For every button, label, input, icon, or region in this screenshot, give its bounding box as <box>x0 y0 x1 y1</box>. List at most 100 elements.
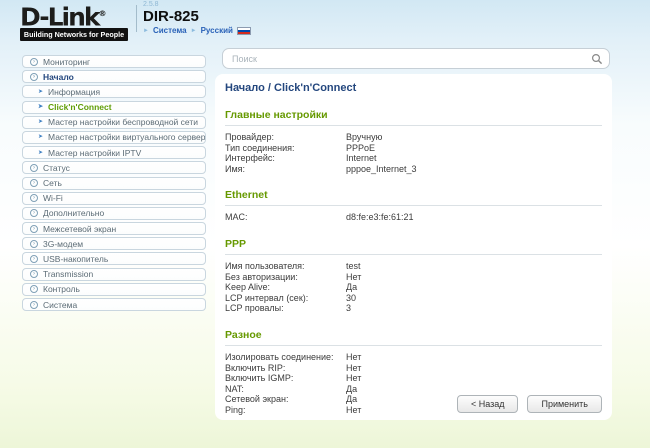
setting-value: test <box>346 260 361 271</box>
nav-link-system[interactable]: Система <box>153 26 187 35</box>
section-rows: MAC: d8:fe:e3:fe:61:21 <box>225 212 602 223</box>
sidebar-item-label: Мастер настройки IPTV <box>48 147 142 158</box>
setting-label: Включить IGMP: <box>225 373 294 384</box>
setting-label: Сетевой экран: <box>225 394 289 405</box>
nav-link-language[interactable]: Русский <box>201 26 233 35</box>
sidebar: › Мониторинг › Начало ➤ Информация ➤ Cli… <box>22 55 206 313</box>
menu-bullet-icon: › <box>30 300 38 309</box>
sidebar-item[interactable]: ➤ Мастер настройки беспроводной сети <box>22 115 206 129</box>
settings-section: PPP Имя пользователя: test Без авторизац… <box>225 238 602 314</box>
setting-value: d8:fe:e3:fe:61:21 <box>346 212 414 223</box>
sidebar-item[interactable]: › Дополнительно <box>22 206 206 220</box>
setting-label: Имя: <box>225 163 246 174</box>
setting-label: Провайдер: <box>225 132 274 142</box>
russia-flag-icon[interactable] <box>236 26 251 35</box>
sidebar-item[interactable]: › Wi-Fi <box>22 191 206 205</box>
menu-bullet-icon: › <box>30 239 38 248</box>
section-title: PPP <box>225 237 247 250</box>
breadcrumb-current: Click'n'Connect <box>274 82 357 94</box>
settings-row: Имя: pppoe_Internet_3 <box>225 164 602 175</box>
setting-label: LCP интервал (сек): <box>225 292 309 303</box>
sidebar-item[interactable]: › Контроль <box>22 282 206 296</box>
sidebar-item-label: Контроль <box>43 284 80 295</box>
sidebar-item-label: Система <box>43 299 78 310</box>
menu-bullet-icon: › <box>30 285 38 294</box>
settings-row: Изолировать соединение: Нет <box>225 352 602 363</box>
menu-bullet-icon: › <box>30 179 38 187</box>
menu-bullet-icon: › <box>30 57 38 66</box>
settings-row: Имя пользователя: test <box>225 261 602 272</box>
settings-sections: Главные настройки Провайдер: Вручную Тип… <box>225 109 602 416</box>
setting-value: PPPoE <box>346 142 376 153</box>
search-input[interactable] <box>223 49 589 68</box>
sidebar-item-label: Информация <box>48 86 101 97</box>
sidebar-item[interactable]: › USB-накопитель <box>22 252 206 266</box>
sidebar-item[interactable]: › Сеть <box>22 176 206 190</box>
sidebar-item-label: USB-накопитель <box>43 253 109 264</box>
settings-row: NAT: Да <box>225 384 602 395</box>
setting-value: Нет <box>346 351 362 362</box>
sidebar-item-label: Межсетевой экран <box>43 223 117 234</box>
setting-value: Нет <box>346 362 362 373</box>
sidebar-item[interactable]: › 3G-модем <box>22 237 206 251</box>
menu-bullet-icon: › <box>30 270 38 279</box>
setting-value: Internet <box>346 153 377 164</box>
menu-bullet-icon: › <box>30 254 38 263</box>
breadcrumb-parent[interactable]: Начало / <box>225 82 271 94</box>
section-rows: Имя пользователя: test Без авторизации: … <box>225 261 602 314</box>
sidebar-item[interactable]: ➤ Информация <box>22 85 206 99</box>
setting-label: Ping: <box>225 404 246 415</box>
settings-row: Тип соединения: PPPoE <box>225 143 602 154</box>
submenu-arrow-icon: ➤ <box>38 119 44 126</box>
content-panel: Начало / Click'n'Connect Главные настрой… <box>215 74 612 420</box>
sidebar-item-label: Wi-Fi <box>43 193 63 204</box>
sidebar-item[interactable]: › Transmission <box>22 267 206 281</box>
setting-value: Нет <box>346 373 362 384</box>
nav-arrow-icon: ► <box>190 27 197 34</box>
dlink-logo: D-Link® Building Networks for People <box>20 2 128 42</box>
sidebar-item-label: Мастер настройки беспроводной сети <box>48 117 198 128</box>
sidebar-item[interactable]: ➤ Click'n'Connect <box>22 100 206 114</box>
section-title: Главные настройки <box>225 109 328 121</box>
setting-value: 3 <box>346 303 352 314</box>
settings-row: MAC: d8:fe:e3:fe:61:21 <box>225 212 602 223</box>
sidebar-item[interactable]: › Статус <box>22 161 206 175</box>
section-divider <box>225 344 602 346</box>
breadcrumb: Начало / Click'n'Connect <box>225 82 602 94</box>
settings-row: Провайдер: Вручную <box>225 132 602 143</box>
section-title: Разное <box>225 328 262 341</box>
sidebar-item-label: Сеть <box>43 178 62 188</box>
back-button[interactable]: < Назад <box>456 395 519 413</box>
dlink-logo-text: D-Link® <box>20 2 107 32</box>
sidebar-item-label: Transmission <box>43 269 94 280</box>
settings-section: Ethernet MAC: d8:fe:e3:fe:61:21 <box>225 189 602 223</box>
setting-label: Изолировать соединение: <box>225 351 334 362</box>
sidebar-item-label: Начало <box>43 71 74 82</box>
setting-label: Интерфейс: <box>225 153 275 164</box>
sidebar-item[interactable]: › Мониторинг <box>22 55 206 68</box>
setting-value: pppoe_Internet_3 <box>346 163 417 174</box>
model-block: 2.5.8 DIR-825 ► Система ► Русский <box>143 1 251 35</box>
setting-label: MAC: <box>225 212 248 223</box>
menu-bullet-icon: › <box>30 194 38 203</box>
setting-value: Да <box>346 394 358 405</box>
section-rows: Провайдер: Вручную Тип соединения: PPPoE… <box>225 132 602 174</box>
apply-button[interactable]: Применить <box>527 395 602 413</box>
setting-label: LCP провалы: <box>225 303 284 314</box>
sidebar-item-label: 3G-модем <box>43 238 84 249</box>
settings-row: LCP интервал (сек): 30 <box>225 293 602 304</box>
setting-value: 30 <box>346 292 357 303</box>
settings-row: Интерфейс: Internet <box>225 153 602 164</box>
sidebar-item[interactable]: › Межсетевой экран <box>22 222 206 236</box>
sidebar-item[interactable]: ➤ Мастер настройки виртуального сервера <box>22 130 206 144</box>
sidebar-item[interactable]: › Система <box>22 298 206 311</box>
menu-bullet-icon: › <box>30 163 38 172</box>
sidebar-item[interactable]: ➤ Мастер настройки IPTV <box>22 146 206 160</box>
header-divider <box>136 5 137 32</box>
menu-bullet-icon: › <box>30 209 38 218</box>
sidebar-item[interactable]: › Начало <box>22 70 206 84</box>
section-divider <box>225 253 602 255</box>
setting-label: Включить RIP: <box>225 362 286 373</box>
search-icon[interactable] <box>589 53 609 65</box>
dlink-tagline: Building Networks for People <box>20 28 128 42</box>
